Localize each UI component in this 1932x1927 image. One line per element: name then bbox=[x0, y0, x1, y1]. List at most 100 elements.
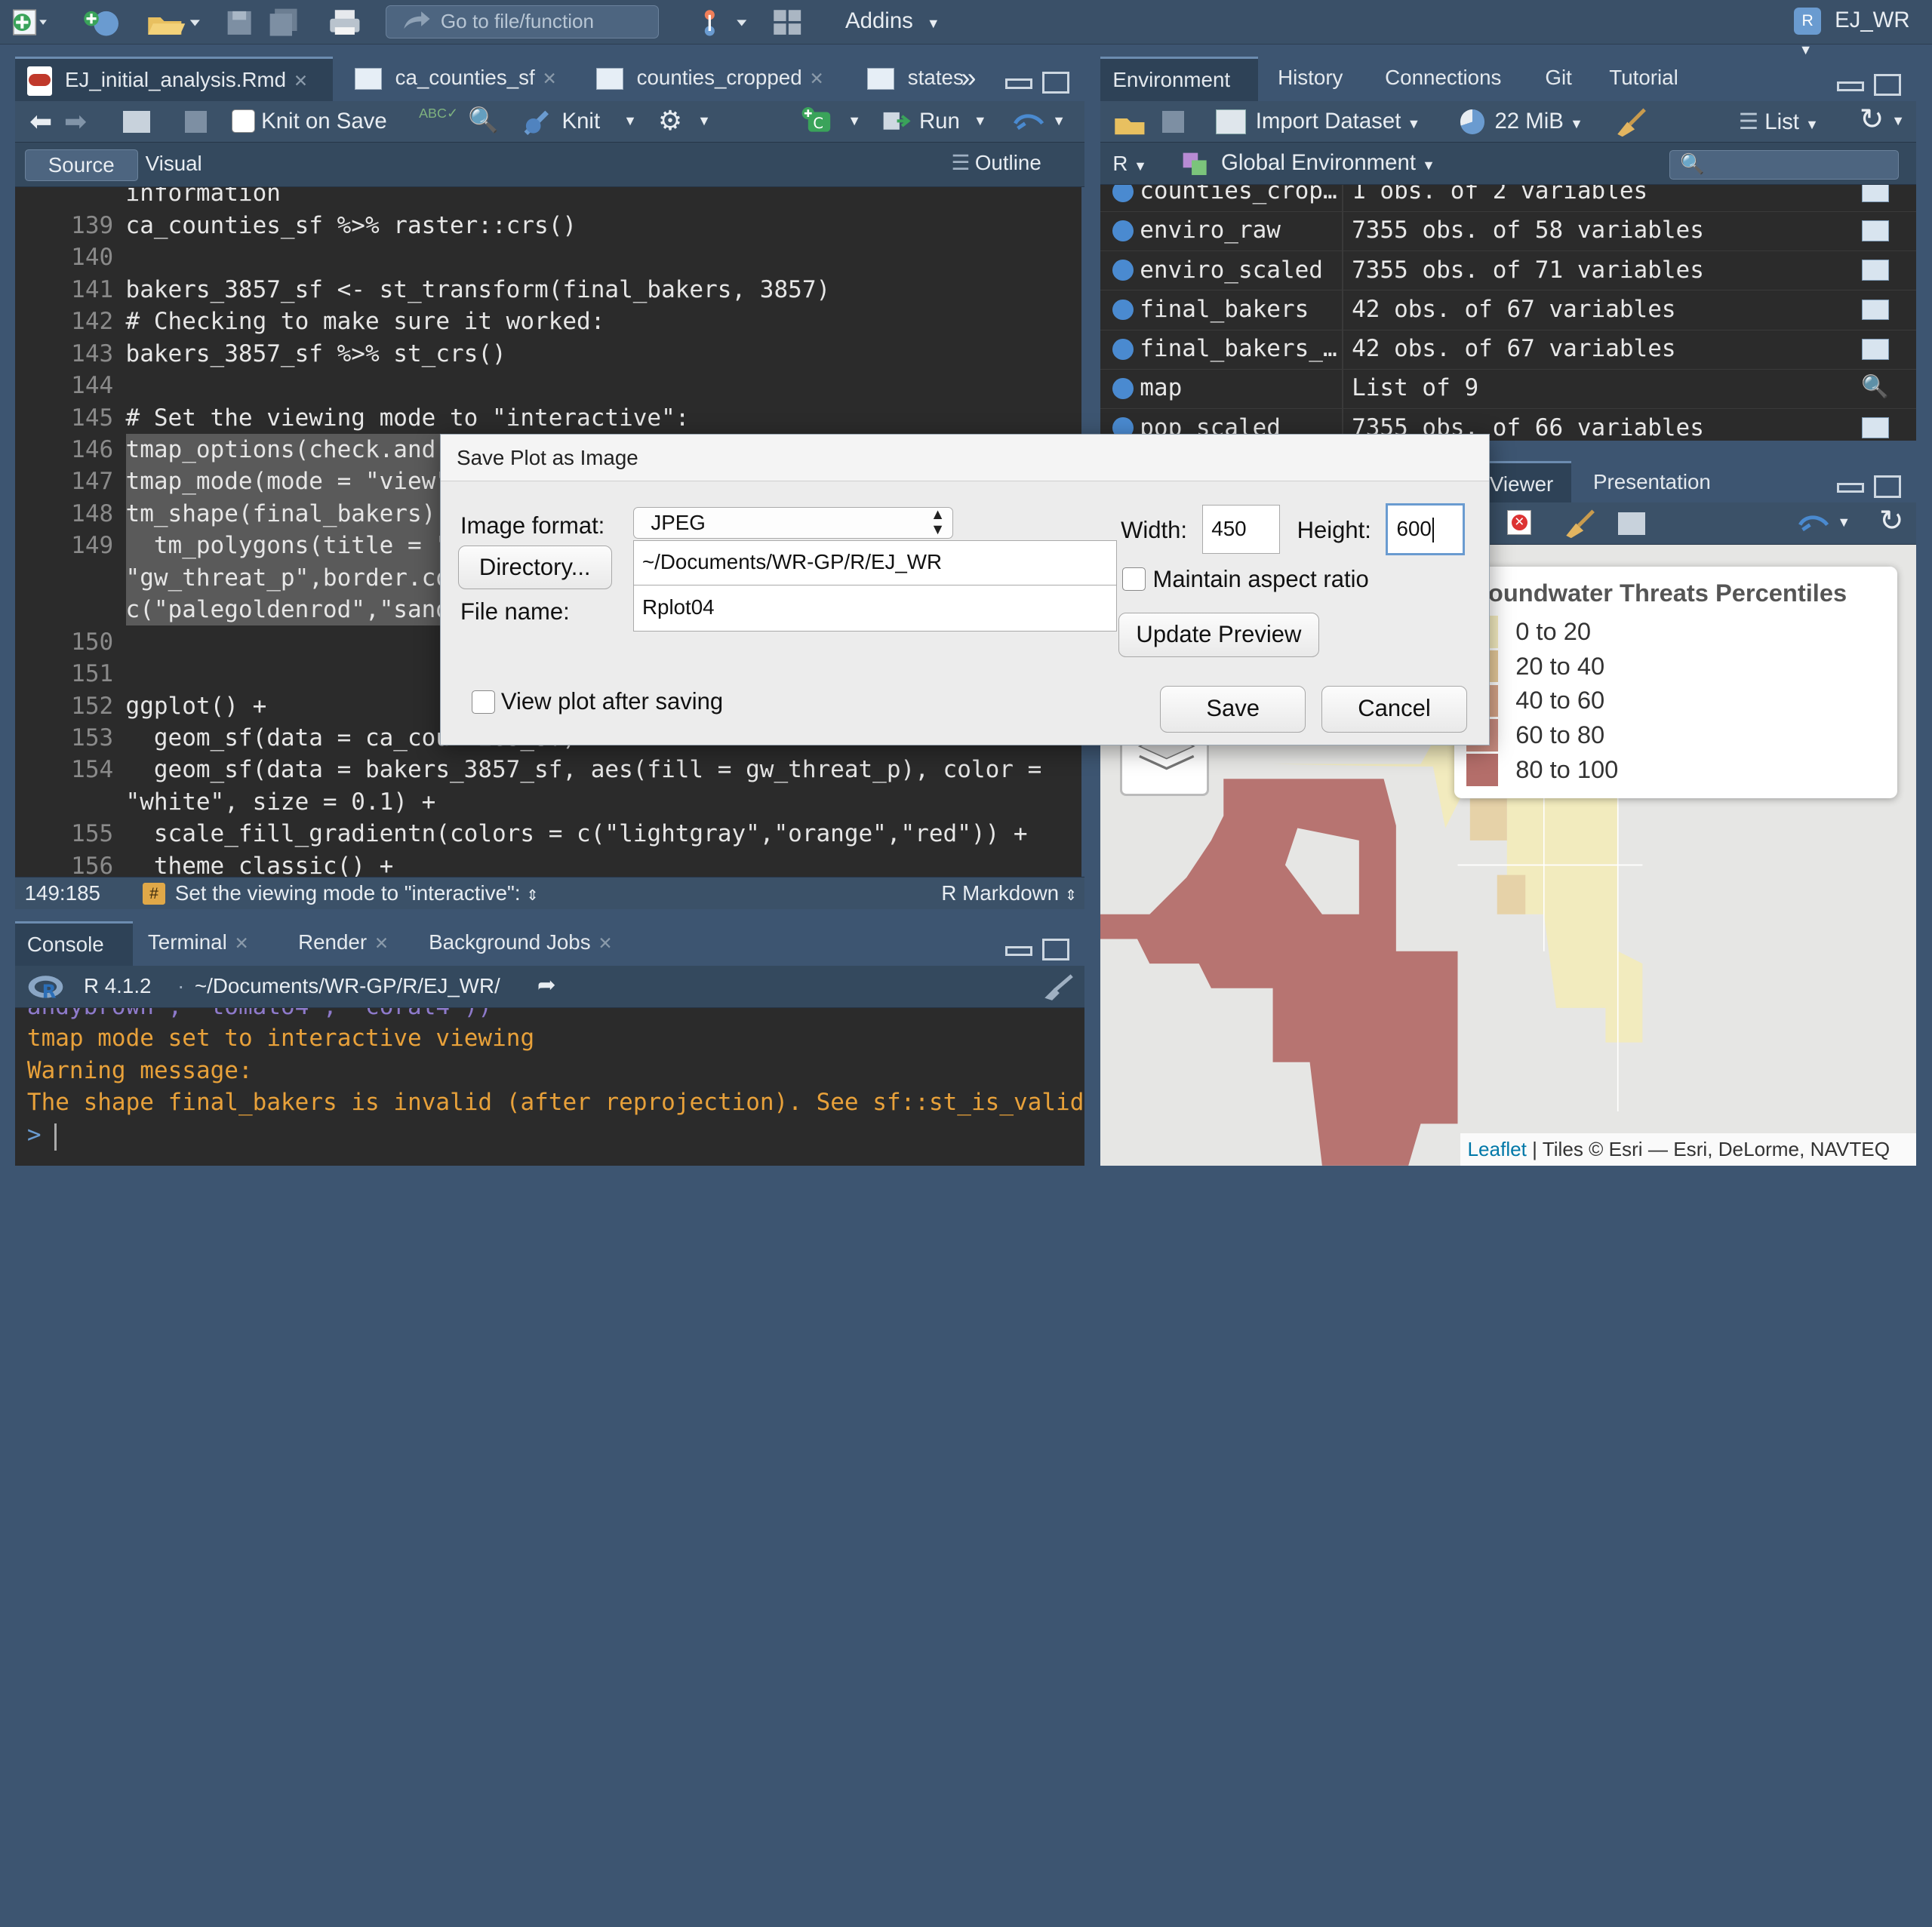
knit-icon[interactable] bbox=[522, 109, 552, 136]
search-icon[interactable]: 🔍 bbox=[1861, 373, 1889, 400]
close-icon[interactable]: ✕ bbox=[598, 933, 612, 953]
env-row[interactable]: final_bakers_… 42 obs. of 67 variables bbox=[1100, 330, 1916, 370]
print-icon[interactable] bbox=[328, 8, 362, 37]
chevron-down-icon[interactable]: ▼ bbox=[697, 113, 711, 129]
knit-on-save-checkbox[interactable] bbox=[231, 109, 255, 134]
run-icon[interactable] bbox=[882, 109, 914, 134]
minimize-icon[interactable] bbox=[1837, 483, 1865, 493]
close-icon[interactable]: ✕ bbox=[374, 933, 389, 953]
maximize-icon[interactable] bbox=[1042, 939, 1070, 961]
open-file-icon[interactable] bbox=[146, 8, 202, 37]
save-all-icon[interactable] bbox=[269, 8, 300, 37]
knit-button[interactable]: Knit bbox=[561, 109, 600, 134]
publish-icon[interactable] bbox=[1798, 510, 1832, 537]
tab-history[interactable]: History bbox=[1266, 57, 1364, 101]
scope-menu[interactable]: Global Environment ▼ bbox=[1221, 150, 1435, 176]
clear-console-icon[interactable] bbox=[1042, 973, 1074, 1000]
list-view-menu[interactable]: ☰ List ▼ bbox=[1739, 109, 1819, 135]
spellcheck-icon[interactable]: ABC✓ bbox=[419, 106, 458, 121]
chevron-down-icon[interactable]: ▼ bbox=[1891, 113, 1905, 129]
tab-connections[interactable]: Connections bbox=[1373, 57, 1521, 101]
broom-icon[interactable] bbox=[1564, 509, 1595, 539]
run-button[interactable]: Run bbox=[919, 109, 960, 134]
refresh-icon[interactable]: ↻ bbox=[1879, 504, 1904, 538]
close-icon[interactable]: ✕ bbox=[235, 933, 249, 953]
tab-counties-cropped[interactable]: counties_cropped ✕ bbox=[584, 57, 848, 101]
expand-icon[interactable] bbox=[1112, 378, 1134, 399]
env-row[interactable]: enviro_scaled 7355 obs. of 71 variables bbox=[1100, 251, 1916, 291]
filetype-menu[interactable]: R Markdown ⇕ bbox=[941, 881, 1077, 905]
expand-icon[interactable] bbox=[1112, 220, 1134, 241]
project-menu[interactable]: R EJ_WR ▼ bbox=[1794, 8, 1932, 60]
leaflet-link[interactable]: Leaflet bbox=[1468, 1138, 1527, 1160]
cancel-button[interactable]: Cancel bbox=[1321, 685, 1467, 733]
maximize-icon[interactable] bbox=[1874, 475, 1902, 498]
new-file-icon[interactable] bbox=[10, 8, 48, 37]
close-icon[interactable]: ✕ bbox=[809, 69, 823, 88]
image-format-select[interactable]: JPEG ▲ ▼ bbox=[632, 507, 954, 539]
minimize-icon[interactable] bbox=[1837, 81, 1865, 91]
tab-ca-counties-sf[interactable]: ca_counties_sf ✕ bbox=[343, 57, 577, 101]
env-row[interactable]: enviro_raw 7355 obs. of 58 variables bbox=[1100, 211, 1916, 252]
forward-arrow-icon[interactable]: ➡ bbox=[64, 106, 87, 137]
workspace-panes-icon[interactable] bbox=[771, 8, 806, 37]
load-workspace-icon[interactable] bbox=[1112, 109, 1147, 136]
memory-usage[interactable]: 22 MiB ▼ bbox=[1494, 109, 1583, 134]
maintain-aspect-checkbox[interactable] bbox=[1121, 567, 1146, 592]
env-row[interactable]: final_bakers 42 obs. of 67 variables bbox=[1100, 290, 1916, 330]
minimize-icon[interactable] bbox=[1005, 945, 1033, 956]
show-in-window-icon[interactable] bbox=[1617, 512, 1645, 535]
env-row[interactable]: map List of 9 🔍 bbox=[1100, 369, 1916, 410]
env-search-input[interactable]: 🔍 bbox=[1669, 150, 1899, 180]
chevron-down-icon[interactable]: ▼ bbox=[1052, 113, 1066, 129]
new-project-icon[interactable] bbox=[82, 8, 124, 37]
back-arrow-icon[interactable]: ⬅ bbox=[29, 106, 52, 137]
view-data-icon[interactable] bbox=[1862, 260, 1889, 281]
view-data-icon[interactable] bbox=[1862, 220, 1889, 241]
directory-button[interactable]: Directory... bbox=[457, 545, 612, 590]
rerun-icon[interactable] bbox=[1013, 109, 1048, 136]
env-row[interactable]: counties_crop… 1 obs. of 2 variables bbox=[1100, 184, 1916, 212]
save-icon[interactable] bbox=[226, 8, 254, 37]
gear-icon[interactable]: ⚙ bbox=[658, 105, 682, 137]
update-preview-button[interactable]: Update Preview bbox=[1118, 613, 1319, 658]
tab-render[interactable]: Render ✕ bbox=[286, 921, 422, 966]
maximize-icon[interactable] bbox=[1874, 73, 1902, 97]
view-data-icon[interactable] bbox=[1862, 184, 1889, 202]
addins-menu[interactable]: Addins ▼ bbox=[845, 8, 940, 34]
chevron-down-icon[interactable]: ▼ bbox=[623, 113, 637, 129]
save-workspace-icon[interactable] bbox=[1161, 110, 1184, 134]
view-data-icon[interactable] bbox=[1862, 299, 1889, 321]
remove-viewer-icon[interactable]: ✕ bbox=[1506, 509, 1532, 535]
goto-function-input[interactable]: Go to file/function bbox=[386, 5, 660, 38]
language-menu[interactable]: R ▼ bbox=[1112, 152, 1147, 176]
source-mode-tab[interactable]: Source bbox=[24, 149, 138, 181]
save-icon[interactable] bbox=[184, 110, 208, 134]
outline-button[interactable]: ☰ Outline bbox=[951, 150, 1041, 175]
tab-presentation[interactable]: Presentation bbox=[1581, 461, 1729, 503]
console-output[interactable]: andybrown", "tomato4", "coral4")) tmap m… bbox=[14, 1007, 1084, 1166]
go-to-directory-icon[interactable]: ➦ bbox=[537, 972, 556, 998]
tab-git[interactable]: Git bbox=[1533, 57, 1592, 101]
save-button[interactable]: Save bbox=[1160, 685, 1306, 733]
width-input[interactable]: 450 bbox=[1201, 504, 1280, 555]
chevron-down-icon[interactable]: ▼ bbox=[974, 113, 987, 129]
more-tabs-icon[interactable]: » bbox=[961, 62, 976, 94]
expand-icon[interactable] bbox=[1112, 299, 1134, 321]
tab-tutorial[interactable]: Tutorial bbox=[1597, 57, 1710, 101]
show-in-window-icon[interactable] bbox=[123, 110, 151, 134]
search-icon[interactable]: 🔍 bbox=[468, 106, 499, 134]
import-dataset-button[interactable]: Import Dataset ▼ bbox=[1256, 109, 1421, 134]
visual-mode-tab[interactable]: Visual bbox=[146, 152, 202, 176]
view-data-icon[interactable] bbox=[1862, 338, 1889, 360]
view-after-saving-checkbox[interactable] bbox=[471, 690, 495, 715]
expand-icon[interactable] bbox=[1112, 260, 1134, 281]
insert-chunk-icon[interactable]: C bbox=[801, 107, 835, 134]
tab-environment[interactable]: Environment bbox=[1100, 57, 1258, 101]
section-nav[interactable]: Set the viewing mode to "interactive": ⇕ bbox=[175, 881, 539, 905]
tab-background-jobs[interactable]: Background Jobs ✕ bbox=[417, 921, 656, 966]
tab-console[interactable]: Console bbox=[14, 921, 134, 967]
refresh-icon[interactable]: ↻ bbox=[1860, 103, 1884, 137]
maximize-icon[interactable] bbox=[1042, 71, 1070, 94]
tab-ej-initial-analysis[interactable]: EJ_initial_analysis.Rmd ✕ bbox=[14, 57, 333, 101]
